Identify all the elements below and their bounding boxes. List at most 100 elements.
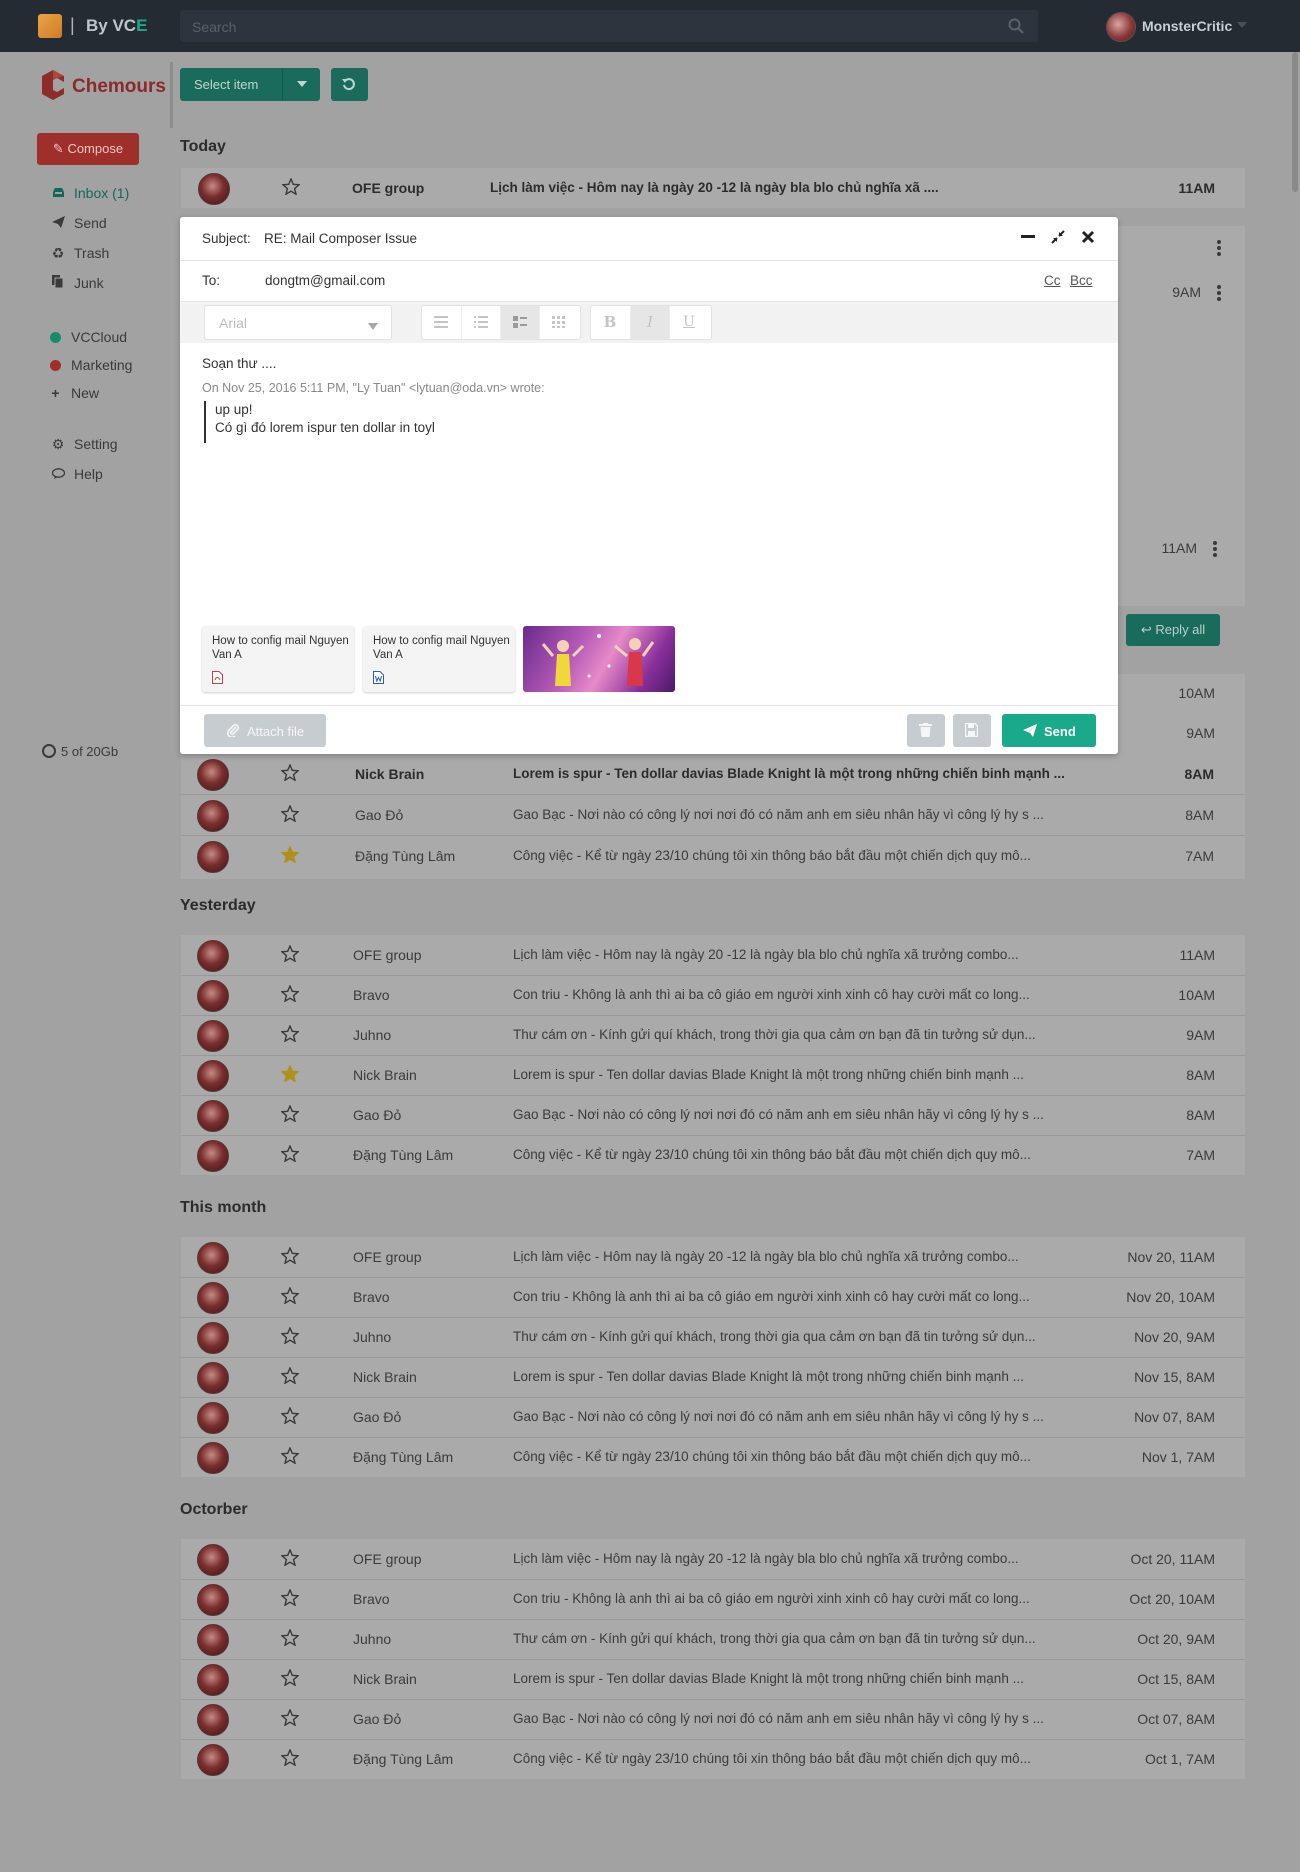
table-row[interactable]: Bravo Con triu - Không là anh thì ai ba c… — [181, 1579, 1245, 1620]
sidebar-item-send[interactable]: Send — [50, 215, 107, 235]
close-icon[interactable] — [1080, 229, 1096, 248]
star-icon[interactable] — [280, 1326, 300, 1347]
list-detail-icon[interactable] — [500, 306, 539, 339]
table-row[interactable]: OFE group Lịch làm việc - Hôm nay là ngà… — [181, 168, 1245, 208]
compose-button[interactable]: ✎ Compose — [37, 133, 139, 165]
cc-link[interactable]: Cc — [1044, 273, 1061, 288]
table-row[interactable]: Juhno Thư cám ơn - Kính gửi quí khách, tr… — [181, 1619, 1245, 1660]
attachment-image-thumbnail[interactable] — [523, 626, 675, 692]
row-sender: OFE group — [352, 180, 425, 196]
align-justify-icon[interactable] — [422, 306, 460, 339]
star-icon[interactable] — [280, 1748, 300, 1769]
table-row[interactable]: Đặng Tùng Lâm Công việc - Kể từ ngày 23/1… — [181, 1739, 1245, 1779]
table-row[interactable]: Gao Đỏ Gao Bạc - Nơi nào có công lý nơi n… — [181, 1397, 1245, 1438]
row-sender: Nick Brain — [353, 1369, 417, 1385]
star-icon[interactable] — [281, 177, 301, 198]
sidebar-item-junk[interactable]: Junk — [50, 275, 104, 295]
row-time: Nov 07, 8AM — [1134, 1409, 1215, 1425]
sidebar-item-help[interactable]: Help — [50, 466, 103, 486]
more-options-icon[interactable] — [1217, 283, 1223, 303]
app-logo-icon[interactable] — [38, 14, 62, 38]
refresh-button[interactable] — [331, 68, 368, 101]
table-row[interactable]: OFE group Lịch làm việc - Hôm nay là ngày… — [181, 1237, 1245, 1278]
table-row[interactable]: OFE group Lịch làm việc - Hôm nay là ngày… — [181, 935, 1245, 976]
star-icon[interactable] — [280, 944, 300, 965]
row-sender: Bravo — [353, 987, 390, 1003]
star-icon[interactable] — [280, 1286, 300, 1307]
table-row[interactable]: Nick Brain Lorem is spur - Ten dollar dav… — [181, 1357, 1245, 1398]
table-row[interactable]: Gao Đỏ Gao Bạc - Nơi nào có công lý nơi … — [181, 795, 1245, 836]
more-options-icon[interactable] — [1217, 238, 1223, 258]
search-input[interactable] — [190, 10, 994, 44]
sidebar-item-new[interactable]: + New — [50, 385, 99, 405]
list-icon[interactable] — [461, 306, 500, 339]
table-row[interactable]: Đặng Tùng Lâm Công việc - Kể từ ngày 23/… — [181, 836, 1245, 876]
reply-all-button[interactable]: ↩ Reply all — [1126, 614, 1220, 646]
attach-file-button[interactable]: Attach file — [204, 714, 326, 747]
send-button[interactable]: Send — [1002, 714, 1096, 747]
table-row[interactable]: Đặng Tùng Lâm Công việc - Kể từ ngày 23/1… — [181, 1437, 1245, 1477]
user-name[interactable]: MonsterCritic — [1142, 18, 1232, 34]
mail-composer: Subject: RE: Mail Composer Issue To: don… — [180, 217, 1118, 754]
table-row[interactable]: Gao Đỏ Gao Bạc - Nơi nào có công lý nơi n… — [181, 1095, 1245, 1136]
table-row[interactable]: Bravo Con triu - Không là anh thì ai ba c… — [181, 975, 1245, 1016]
table-row[interactable]: Gao Đỏ Gao Bạc - Nơi nào có công lý nơi n… — [181, 1699, 1245, 1740]
table-row[interactable]: Juhno Thư cám ơn - Kính gửi quí khách, tr… — [181, 1015, 1245, 1056]
subject-field[interactable]: RE: Mail Composer Issue — [264, 231, 417, 246]
star-filled-icon[interactable] — [280, 1064, 300, 1085]
star-filled-icon[interactable] — [280, 845, 300, 866]
table-row[interactable]: Juhno Thư cám ơn - Kính gửi quí khách, tr… — [181, 1317, 1245, 1358]
user-avatar[interactable] — [1106, 12, 1136, 42]
table-row[interactable]: Nick Brain Lorem is spur - Ten dollar dav… — [181, 1055, 1245, 1096]
alignment-group — [421, 305, 581, 340]
star-icon[interactable] — [280, 1406, 300, 1427]
sidebar-item-vccloud[interactable]: VCCloud — [50, 329, 127, 349]
star-icon[interactable] — [280, 1548, 300, 1569]
sidebar-item-label: VCCloud — [71, 329, 128, 345]
compress-icon[interactable] — [1050, 229, 1066, 248]
more-options-icon[interactable] — [1213, 539, 1219, 559]
star-icon[interactable] — [280, 984, 300, 1005]
copy-icon — [50, 275, 66, 291]
table-row[interactable]: OFE group Lịch làm việc - Hôm nay là ngày… — [181, 1539, 1245, 1580]
star-icon[interactable] — [280, 804, 300, 825]
table-row[interactable]: Đặng Tùng Lâm Công việc - Kể từ ngày 23/1… — [181, 1135, 1245, 1175]
attachment-pdf[interactable]: How to config mail Nguyen Van A — [202, 626, 354, 692]
sidebar-item-marketing[interactable]: Marketing — [50, 357, 132, 377]
table-row[interactable]: Nick Brain Lorem is spur - Ten dollar da… — [181, 754, 1245, 795]
minimize-icon[interactable] — [1020, 229, 1036, 248]
italic-button[interactable]: I — [630, 306, 669, 339]
table-row[interactable]: Bravo Con triu - Không là anh thì ai ba c… — [181, 1277, 1245, 1318]
sidebar-item-trash[interactable]: ♻ Trash — [50, 245, 110, 265]
underline-button[interactable]: U — [669, 306, 708, 339]
star-icon[interactable] — [280, 1588, 300, 1609]
bold-button[interactable]: B — [591, 306, 629, 339]
star-icon[interactable] — [280, 1668, 300, 1689]
star-icon[interactable] — [280, 1024, 300, 1045]
sidebar-item-inbox[interactable]: Inbox (1) — [50, 185, 129, 205]
attachment-doc[interactable]: How to config mail Nguyen Van A — [363, 626, 515, 692]
star-icon[interactable] — [280, 763, 300, 784]
star-icon[interactable] — [280, 1246, 300, 1267]
star-icon[interactable] — [280, 1708, 300, 1729]
star-icon[interactable] — [280, 1446, 300, 1467]
star-icon[interactable] — [280, 1104, 300, 1125]
font-family-select[interactable]: Arial — [204, 305, 392, 340]
star-icon[interactable] — [280, 1144, 300, 1165]
delete-draft-button[interactable] — [907, 714, 945, 747]
to-field[interactable]: dongtm@gmail.com — [265, 273, 385, 288]
chevron-down-icon[interactable] — [296, 78, 308, 93]
sidebar-item-setting[interactable]: ⚙ Setting — [50, 436, 118, 456]
scrollbar[interactable] — [1292, 52, 1298, 192]
bcc-link[interactable]: Bcc — [1070, 273, 1093, 288]
row-subject: Con triu - Không là anh thì ai ba cô giá… — [513, 1591, 1030, 1606]
table-row[interactable]: Nick Brain Lorem is spur - Ten dollar dav… — [181, 1659, 1245, 1700]
star-icon[interactable] — [280, 1366, 300, 1387]
grid-icon[interactable] — [539, 306, 578, 339]
search-icon[interactable] — [1008, 18, 1024, 37]
chevron-down-icon[interactable] — [1236, 18, 1248, 34]
select-item-dropdown[interactable]: Select item — [180, 68, 320, 101]
star-icon[interactable] — [280, 1628, 300, 1649]
sidebar-divider[interactable] — [170, 62, 173, 128]
save-draft-button[interactable] — [953, 714, 991, 747]
